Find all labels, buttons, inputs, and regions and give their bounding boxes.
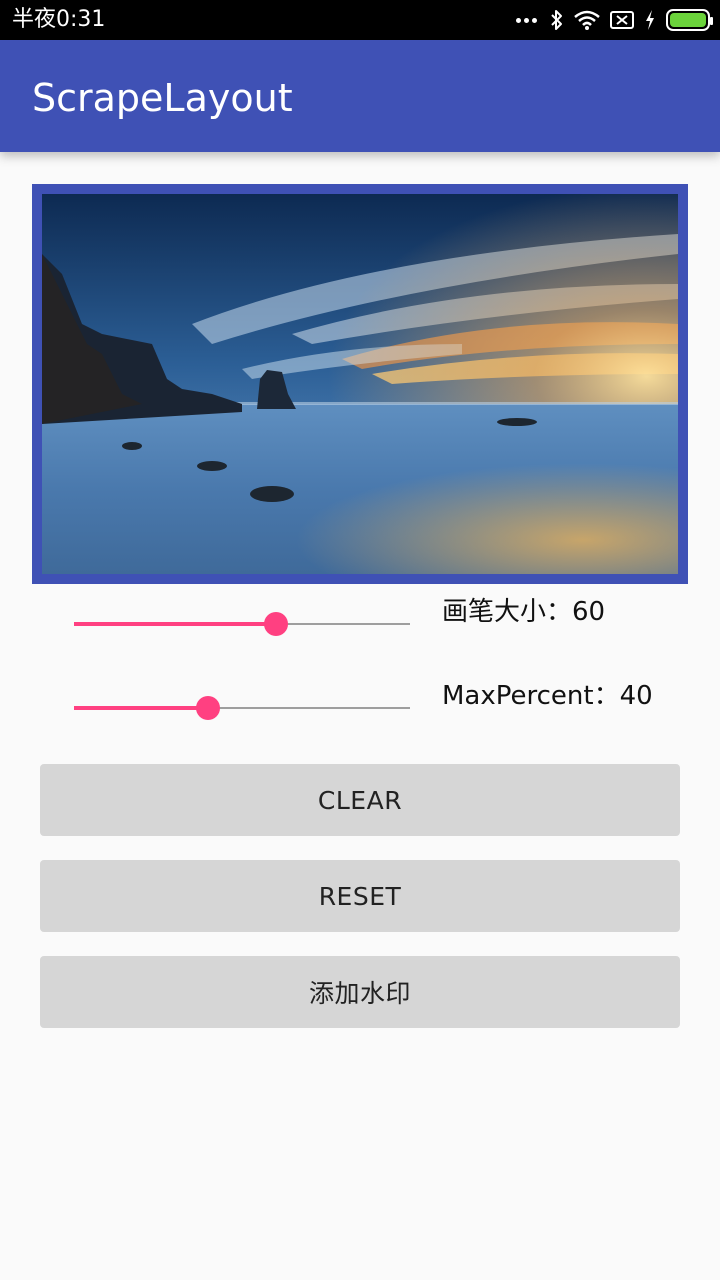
sim-none-icon [610, 10, 634, 30]
status-bar: 半夜0:31 [0, 0, 720, 40]
charging-icon [644, 9, 656, 31]
clear-button[interactable]: CLEAR [40, 764, 680, 836]
more-dots-icon [516, 17, 540, 23]
slider-track-fill [74, 706, 209, 710]
app-bar: ScrapeLayout [0, 40, 720, 152]
battery-icon [666, 9, 713, 31]
wifi-icon [574, 10, 600, 30]
add-watermark-button[interactable]: 添加水印 [40, 956, 680, 1028]
status-icons [516, 8, 713, 32]
status-time: 半夜0:31 [12, 7, 106, 32]
brush-size-slider[interactable] [74, 612, 410, 636]
app-title: ScrapeLayout [32, 76, 293, 120]
brush-size-row: 画笔大小：60 [0, 584, 720, 644]
max-percent-slider[interactable] [74, 696, 410, 720]
slider-thumb[interactable] [196, 696, 221, 720]
max-percent-row: MaxPercent：40 [0, 668, 720, 728]
reset-button[interactable]: RESET [40, 860, 680, 932]
beach-sunset-image[interactable] [42, 194, 678, 574]
slider-track-fill [74, 622, 276, 626]
slider-thumb[interactable] [263, 612, 288, 636]
bluetooth-icon [550, 9, 564, 31]
max-percent-label: MaxPercent：40 [442, 681, 653, 711]
scratch-image-frame[interactable] [32, 184, 688, 584]
brush-size-label: 画笔大小：60 [442, 597, 606, 627]
